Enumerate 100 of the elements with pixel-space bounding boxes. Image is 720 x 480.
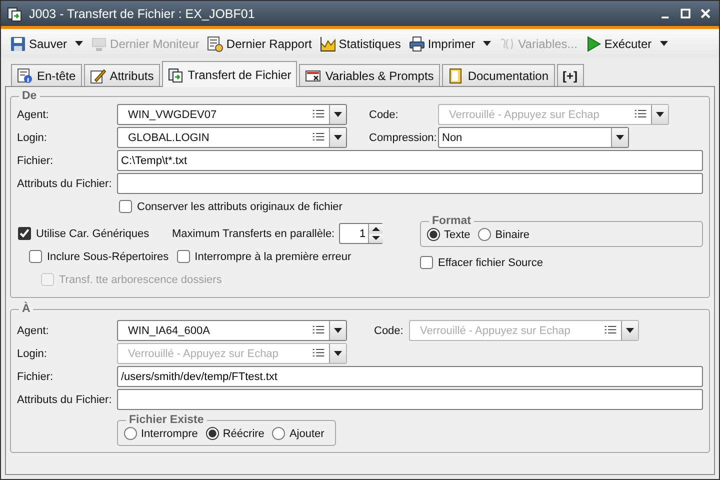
checkbox-label: Interrompre à la première erreur	[194, 250, 352, 262]
dropdown-button[interactable]	[329, 128, 346, 147]
caret-icon	[483, 41, 492, 46]
toolbar-button[interactable]: Statistiques	[316, 34, 404, 54]
spin-box[interactable]: 1	[338, 223, 383, 244]
combo-field[interactable]: Verrouillé - Appuyez sur Echap	[118, 348, 308, 360]
combo-field[interactable]: GLOBAL.LOGIN	[118, 132, 308, 144]
file-transfer-icon	[168, 66, 184, 82]
maximize-icon[interactable]	[679, 6, 693, 20]
combo-field[interactable]: WIN_VWGDEV07	[118, 108, 308, 120]
radio-label: Interrompre	[141, 428, 198, 440]
field-label: Attributs du Fichier:	[17, 178, 113, 190]
section-title: De	[21, 89, 38, 103]
combo-field[interactable]: WIN_IA64_600A	[118, 324, 308, 336]
checkbox[interactable]	[119, 200, 132, 213]
notebook-icon	[448, 68, 464, 84]
tab[interactable]: Variables & Prompts	[299, 64, 440, 86]
combo-box[interactable]: Non	[438, 127, 629, 148]
caret-icon	[75, 41, 84, 46]
field-label: Code:	[374, 324, 404, 336]
tab[interactable]: Transfert de Fichier	[162, 61, 298, 87]
number-field[interactable]: 1	[340, 224, 368, 243]
group-title: Fichier Existe	[128, 413, 205, 427]
text-field[interactable]: /users/smith/dev/temp/FTtest.txt	[117, 366, 703, 387]
printer-icon	[408, 36, 425, 52]
dropdown-button[interactable]	[621, 321, 638, 340]
radio-button[interactable]	[124, 427, 137, 440]
variables-icon	[499, 36, 516, 52]
spin-up-button[interactable]	[368, 224, 383, 234]
field-label: Fichier:	[17, 154, 54, 166]
caret-icon	[616, 135, 624, 140]
chart-icon	[320, 36, 336, 52]
monitor-icon	[91, 36, 108, 52]
caret-icon	[626, 328, 634, 333]
tab[interactable]: Documentation	[442, 64, 555, 86]
field-label: Login:	[17, 348, 48, 360]
toolbar-button[interactable]: Exécuter	[582, 34, 655, 54]
checkbox[interactable]	[176, 250, 190, 263]
field-label: Code:	[369, 108, 400, 120]
tab[interactable]: En-tête	[11, 64, 82, 86]
checkbox-label: Utilise Car. Génériques	[36, 228, 150, 240]
field-label: Fichier:	[17, 370, 54, 382]
section-title: À	[21, 302, 32, 316]
spin-down-button[interactable]	[368, 234, 383, 243]
toolbar-button[interactable]: Sauver	[7, 34, 70, 54]
toolbar-button[interactable]: Imprimer	[406, 34, 478, 54]
radio-button[interactable]	[272, 427, 286, 440]
app-icon	[7, 6, 23, 22]
checkbox[interactable]	[18, 227, 31, 240]
combo-box[interactable]: Verrouillé - Appuyez sur Echap	[117, 343, 347, 364]
report-icon	[207, 36, 224, 52]
radio-button[interactable]	[478, 228, 492, 241]
combo-field[interactable]: Verrouillé - Appuyez sur Echap	[439, 108, 630, 120]
radio-button[interactable]	[427, 228, 440, 241]
window-title: J003 - Transfert de Fichier : EX_JOBF01	[29, 6, 255, 20]
dropdown-button[interactable]	[611, 128, 628, 147]
text-field[interactable]	[117, 173, 703, 194]
radio-button[interactable]	[206, 427, 219, 440]
down-arrow-icon	[372, 235, 380, 242]
dropdown-button[interactable]	[651, 105, 668, 124]
caret-icon	[334, 135, 342, 140]
field-label: Attributs du Fichier:	[17, 394, 113, 406]
radio-label: Réécrire	[222, 428, 264, 440]
radio-label: Texte	[444, 228, 470, 240]
checkbox-label: Conserver les attributs originaux de fichier	[137, 200, 342, 212]
text-field[interactable]	[117, 389, 703, 410]
combo-box[interactable]: Verrouillé - Appuyez sur Echap	[438, 104, 669, 125]
radio-label: Ajouter	[289, 428, 324, 440]
save-icon	[10, 36, 26, 52]
combo-box[interactable]: WIN_IA64_600A	[117, 320, 347, 341]
up-arrow-icon	[372, 226, 380, 232]
dropdown-button[interactable]	[329, 321, 346, 340]
text-field[interactable]: C:\Temp\t*.txt	[117, 150, 703, 171]
field-label: Login:	[17, 132, 48, 144]
caret-icon	[334, 351, 342, 356]
caret-icon	[334, 328, 342, 333]
caret-icon	[660, 41, 668, 46]
tab[interactable]: [+]	[556, 64, 584, 86]
tab[interactable]: Attributs	[84, 64, 160, 86]
window-icon	[305, 68, 322, 84]
info-document-icon	[17, 68, 33, 84]
combo-box[interactable]: WIN_VWGDEV07	[117, 104, 347, 125]
close-icon[interactable]	[699, 6, 713, 20]
checkbox-label: Inclure Sous-Répertoires	[47, 250, 169, 262]
pencil-icon	[90, 68, 106, 84]
play-icon	[585, 36, 602, 52]
combo-box[interactable]: Verrouillé - Appuyez sur Echap	[409, 320, 639, 341]
dropdown-button[interactable]	[329, 105, 346, 124]
checkbox-label: Effacer fichier Source	[438, 256, 543, 268]
field-label: Maximum Transferts en parallèle:	[172, 228, 335, 240]
group-title: Format	[431, 214, 472, 228]
combo-field[interactable]: Verrouillé - Appuyez sur Echap	[410, 324, 600, 336]
toolbar-button[interactable]: Dernier Rapport	[204, 34, 315, 54]
caret-icon	[334, 112, 342, 117]
combo-box[interactable]: GLOBAL.LOGIN	[117, 127, 347, 148]
checkbox[interactable]	[420, 256, 433, 269]
combo-field[interactable]: Non	[439, 132, 611, 144]
dropdown-button[interactable]	[329, 344, 346, 363]
field-label: Agent:	[17, 324, 50, 336]
checkbox[interactable]	[29, 250, 42, 263]
